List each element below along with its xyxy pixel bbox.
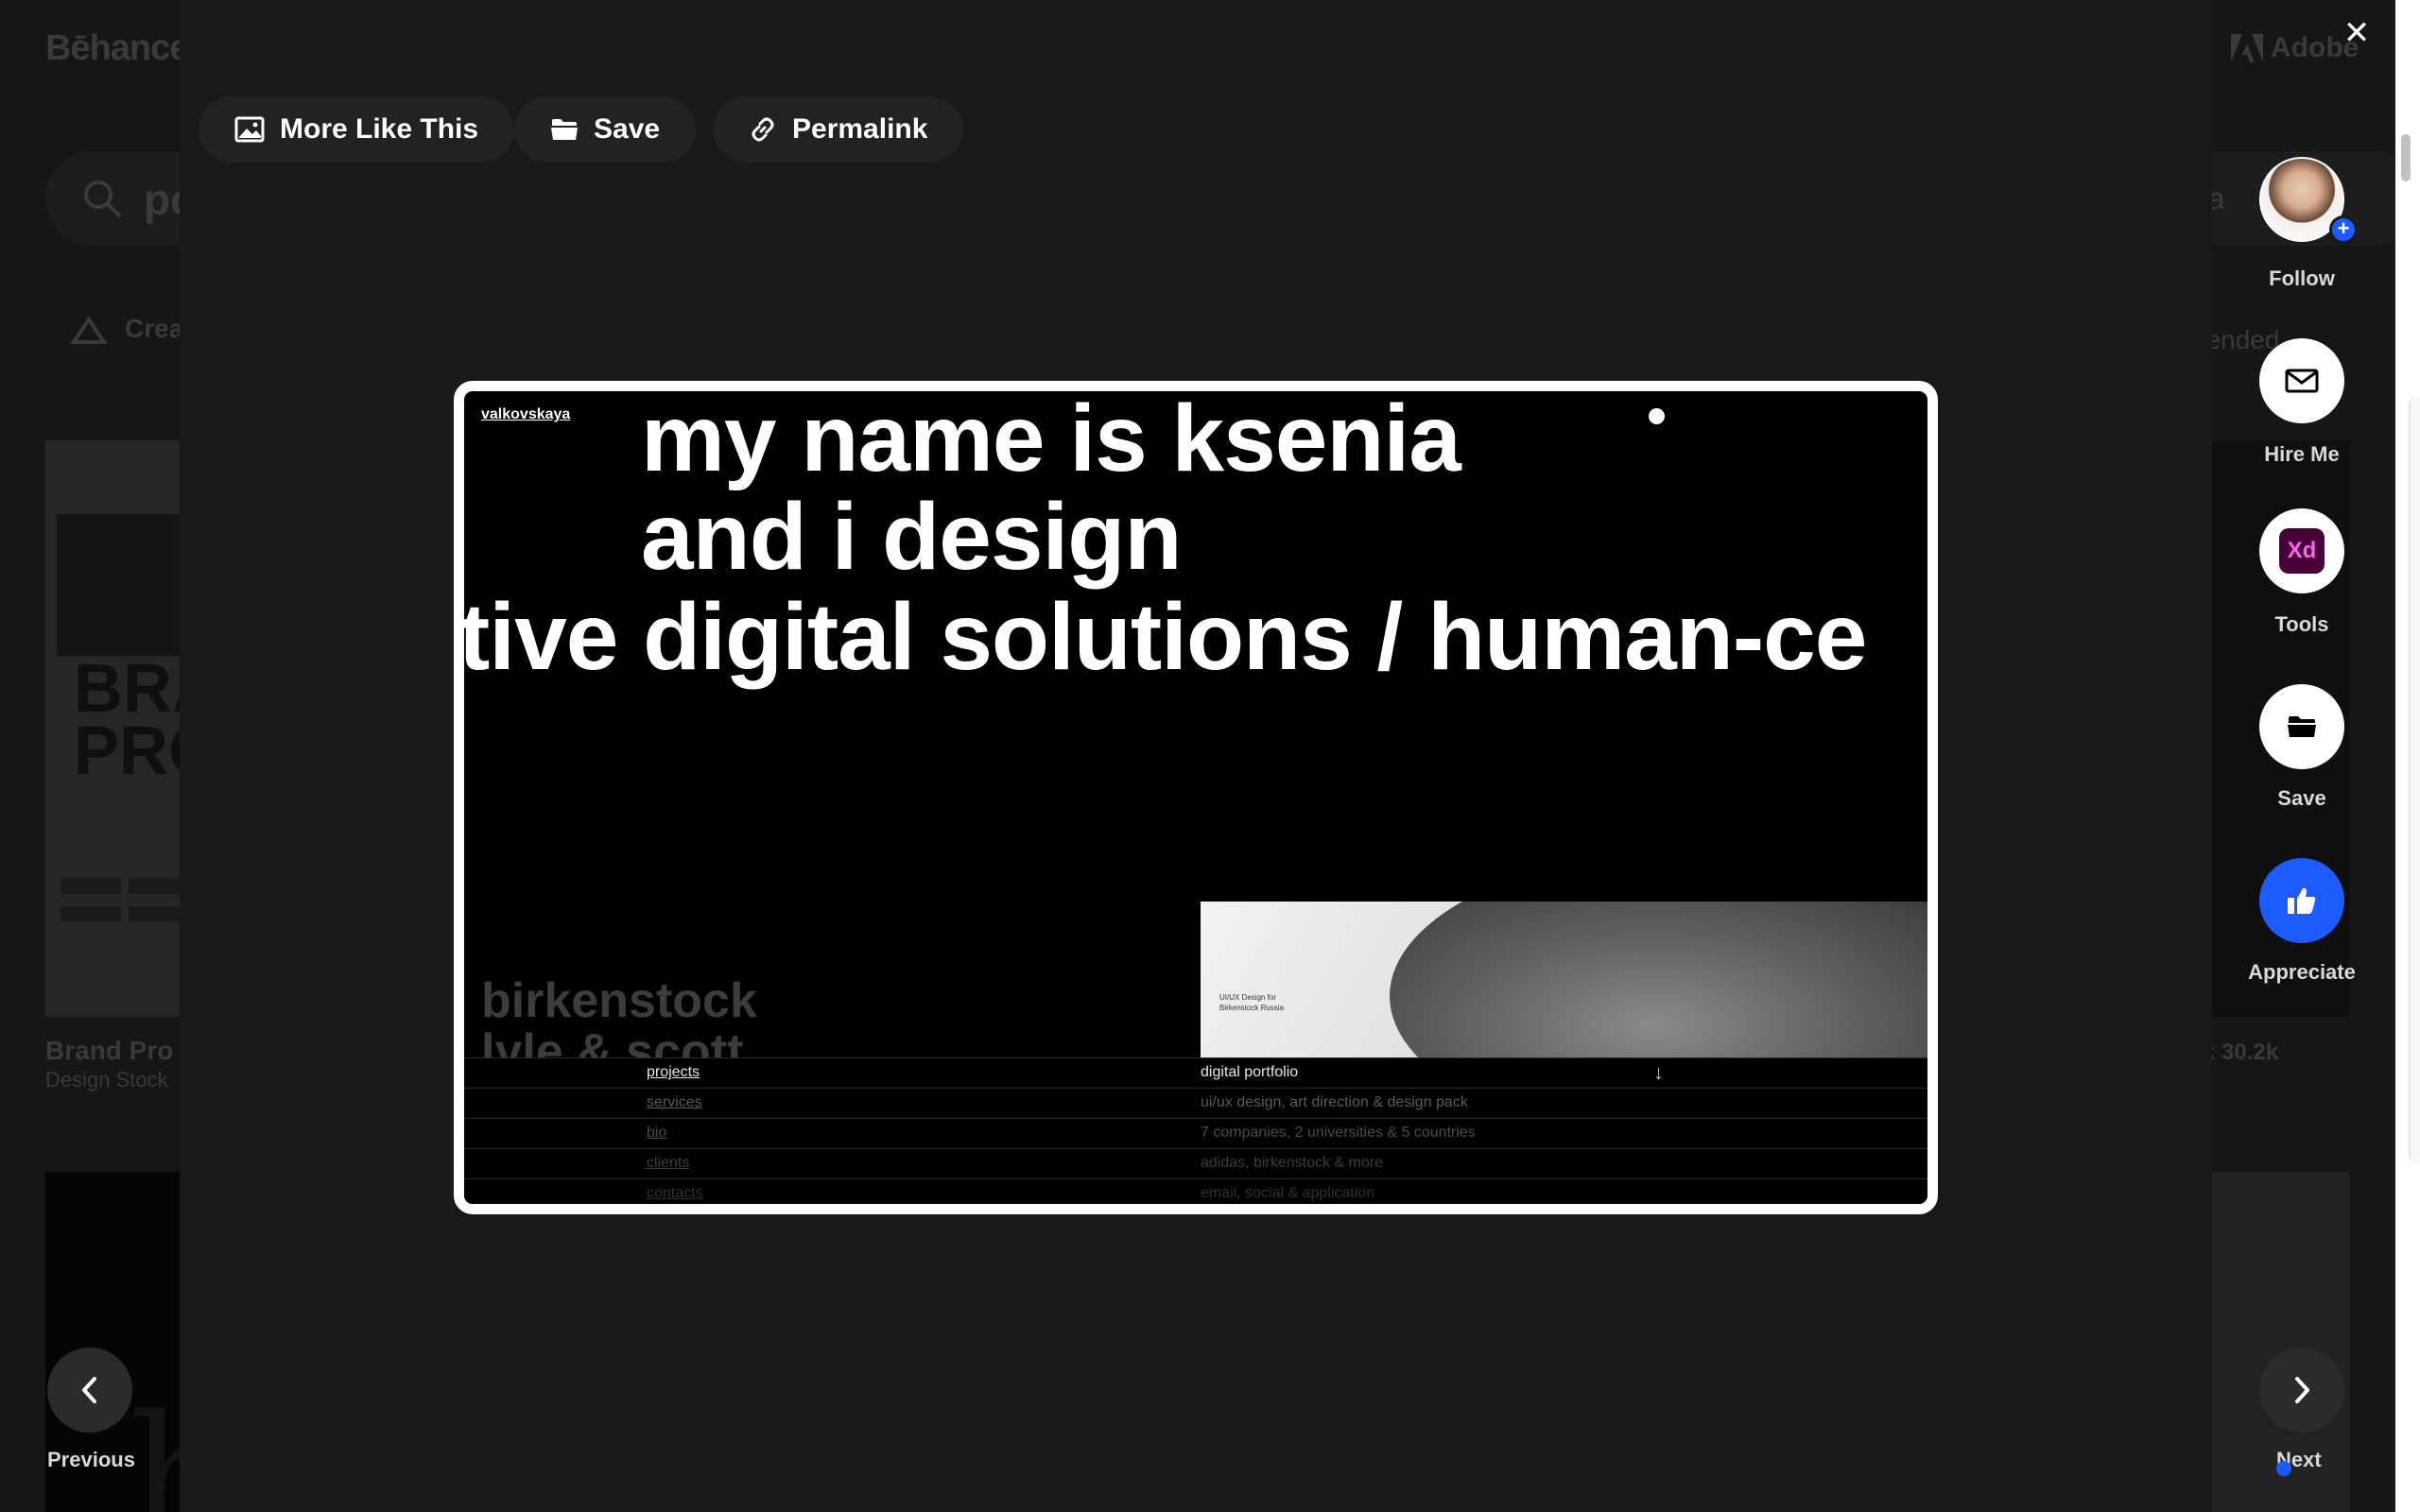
appreciate-label: Appreciate: [2248, 960, 2356, 984]
plus-icon[interactable]: +: [2329, 215, 2358, 244]
image-icon: [234, 116, 265, 143]
table-row: clients adidas, birkenstock & more: [464, 1148, 1927, 1178]
card-owner: Design Stock: [45, 1068, 168, 1091]
hire-me-button[interactable]: [2259, 338, 2344, 423]
next-button[interactable]: [2259, 1348, 2344, 1433]
hire-me-label: Hire Me: [2264, 442, 2340, 466]
behance-logo: Bēhance: [45, 28, 189, 68]
arrow-down-icon: ↓: [1653, 1060, 1664, 1084]
project-image[interactable]: valkovskaya my name is ksenia and i desi…: [454, 381, 1938, 1214]
side-panel-edge: [2409, 397, 2420, 1162]
tools-label: Tools: [2274, 612, 2329, 636]
save-button[interactable]: Save: [514, 96, 697, 163]
project-logo-text: valkovskaya: [481, 406, 571, 422]
permalink-label: Permalink: [792, 113, 928, 145]
link-icon: [752, 117, 774, 142]
row-value: email, social & application: [1201, 1185, 1375, 1201]
row-key: bio: [647, 1125, 667, 1141]
tools-button[interactable]: Xd: [2259, 508, 2344, 593]
brand-item: birkenstock: [481, 973, 757, 1028]
create-icon: [70, 316, 108, 344]
row-key: clients: [647, 1155, 690, 1171]
save-label: Save: [2277, 786, 2326, 810]
photo-caption: UI/UX Design for Birkenstock Russia: [1219, 993, 1285, 1012]
folder-icon: [2288, 716, 2316, 737]
row-key: projects: [647, 1064, 700, 1080]
thumbs-up-icon: [2288, 887, 2316, 914]
table-row: projects digital portfolio ↓: [464, 1057, 1927, 1088]
project-modal: More Like This Save Permalink valkovskay…: [180, 0, 2212, 1512]
save-label: Save: [594, 113, 661, 145]
create-label: Crea: [125, 314, 184, 343]
mail-icon: [2285, 369, 2319, 393]
folder-icon: [551, 119, 578, 140]
scrollbar-thumb[interactable]: [2401, 134, 2411, 181]
row-value: adidas, birkenstock & more: [1201, 1155, 1383, 1171]
permalink-button[interactable]: Permalink: [713, 96, 964, 163]
more-like-this-label: More Like This: [280, 113, 479, 145]
save-button[interactable]: [2259, 684, 2344, 769]
chevron-left-icon: [82, 1377, 96, 1403]
table-row: services ui/ux design, art direction & d…: [464, 1088, 1927, 1118]
adobe-logo-icon: [2231, 34, 2263, 62]
appreciate-button[interactable]: [2259, 858, 2344, 943]
follow-label: Follow: [2269, 266, 2335, 290]
row-key: services: [647, 1094, 702, 1110]
headline-line-3: tive digital solutions / human-ce: [458, 584, 1867, 690]
close-icon[interactable]: ✕: [2341, 17, 2373, 49]
previous-button[interactable]: [47, 1348, 132, 1433]
project-photo: UI/UX Design for Birkenstock Russia: [1201, 902, 1927, 1057]
search-icon: [84, 180, 121, 217]
adobe-xd-icon: Xd: [2279, 528, 2325, 574]
previous-label: Previous: [47, 1448, 135, 1471]
cursor-dot: [1649, 408, 1665, 424]
table-row: contacts email, social & application: [464, 1178, 1927, 1204]
chevron-right-icon: [2295, 1377, 2309, 1403]
card-title: Brand Pro: [45, 1036, 174, 1065]
notification-dot: [2276, 1461, 2291, 1476]
headline-line-2: and i design: [641, 484, 1182, 590]
row-value: 7 companies, 2 universities & 5 countrie…: [1201, 1125, 1476, 1141]
info-table: projects digital portfolio ↓ services ui…: [464, 1057, 1927, 1204]
row-key: contacts: [647, 1185, 703, 1201]
table-row: bio 7 companies, 2 universities & 5 coun…: [464, 1118, 1927, 1148]
row-value: ui/ux design, art direction & design pac…: [1201, 1094, 1468, 1110]
row-value: digital portfolio: [1201, 1064, 1299, 1080]
more-like-this-button[interactable]: More Like This: [199, 96, 515, 163]
card-stats: k 30.2k: [2203, 1040, 2279, 1065]
headline-line-1: my name is ksenia: [641, 386, 1461, 491]
